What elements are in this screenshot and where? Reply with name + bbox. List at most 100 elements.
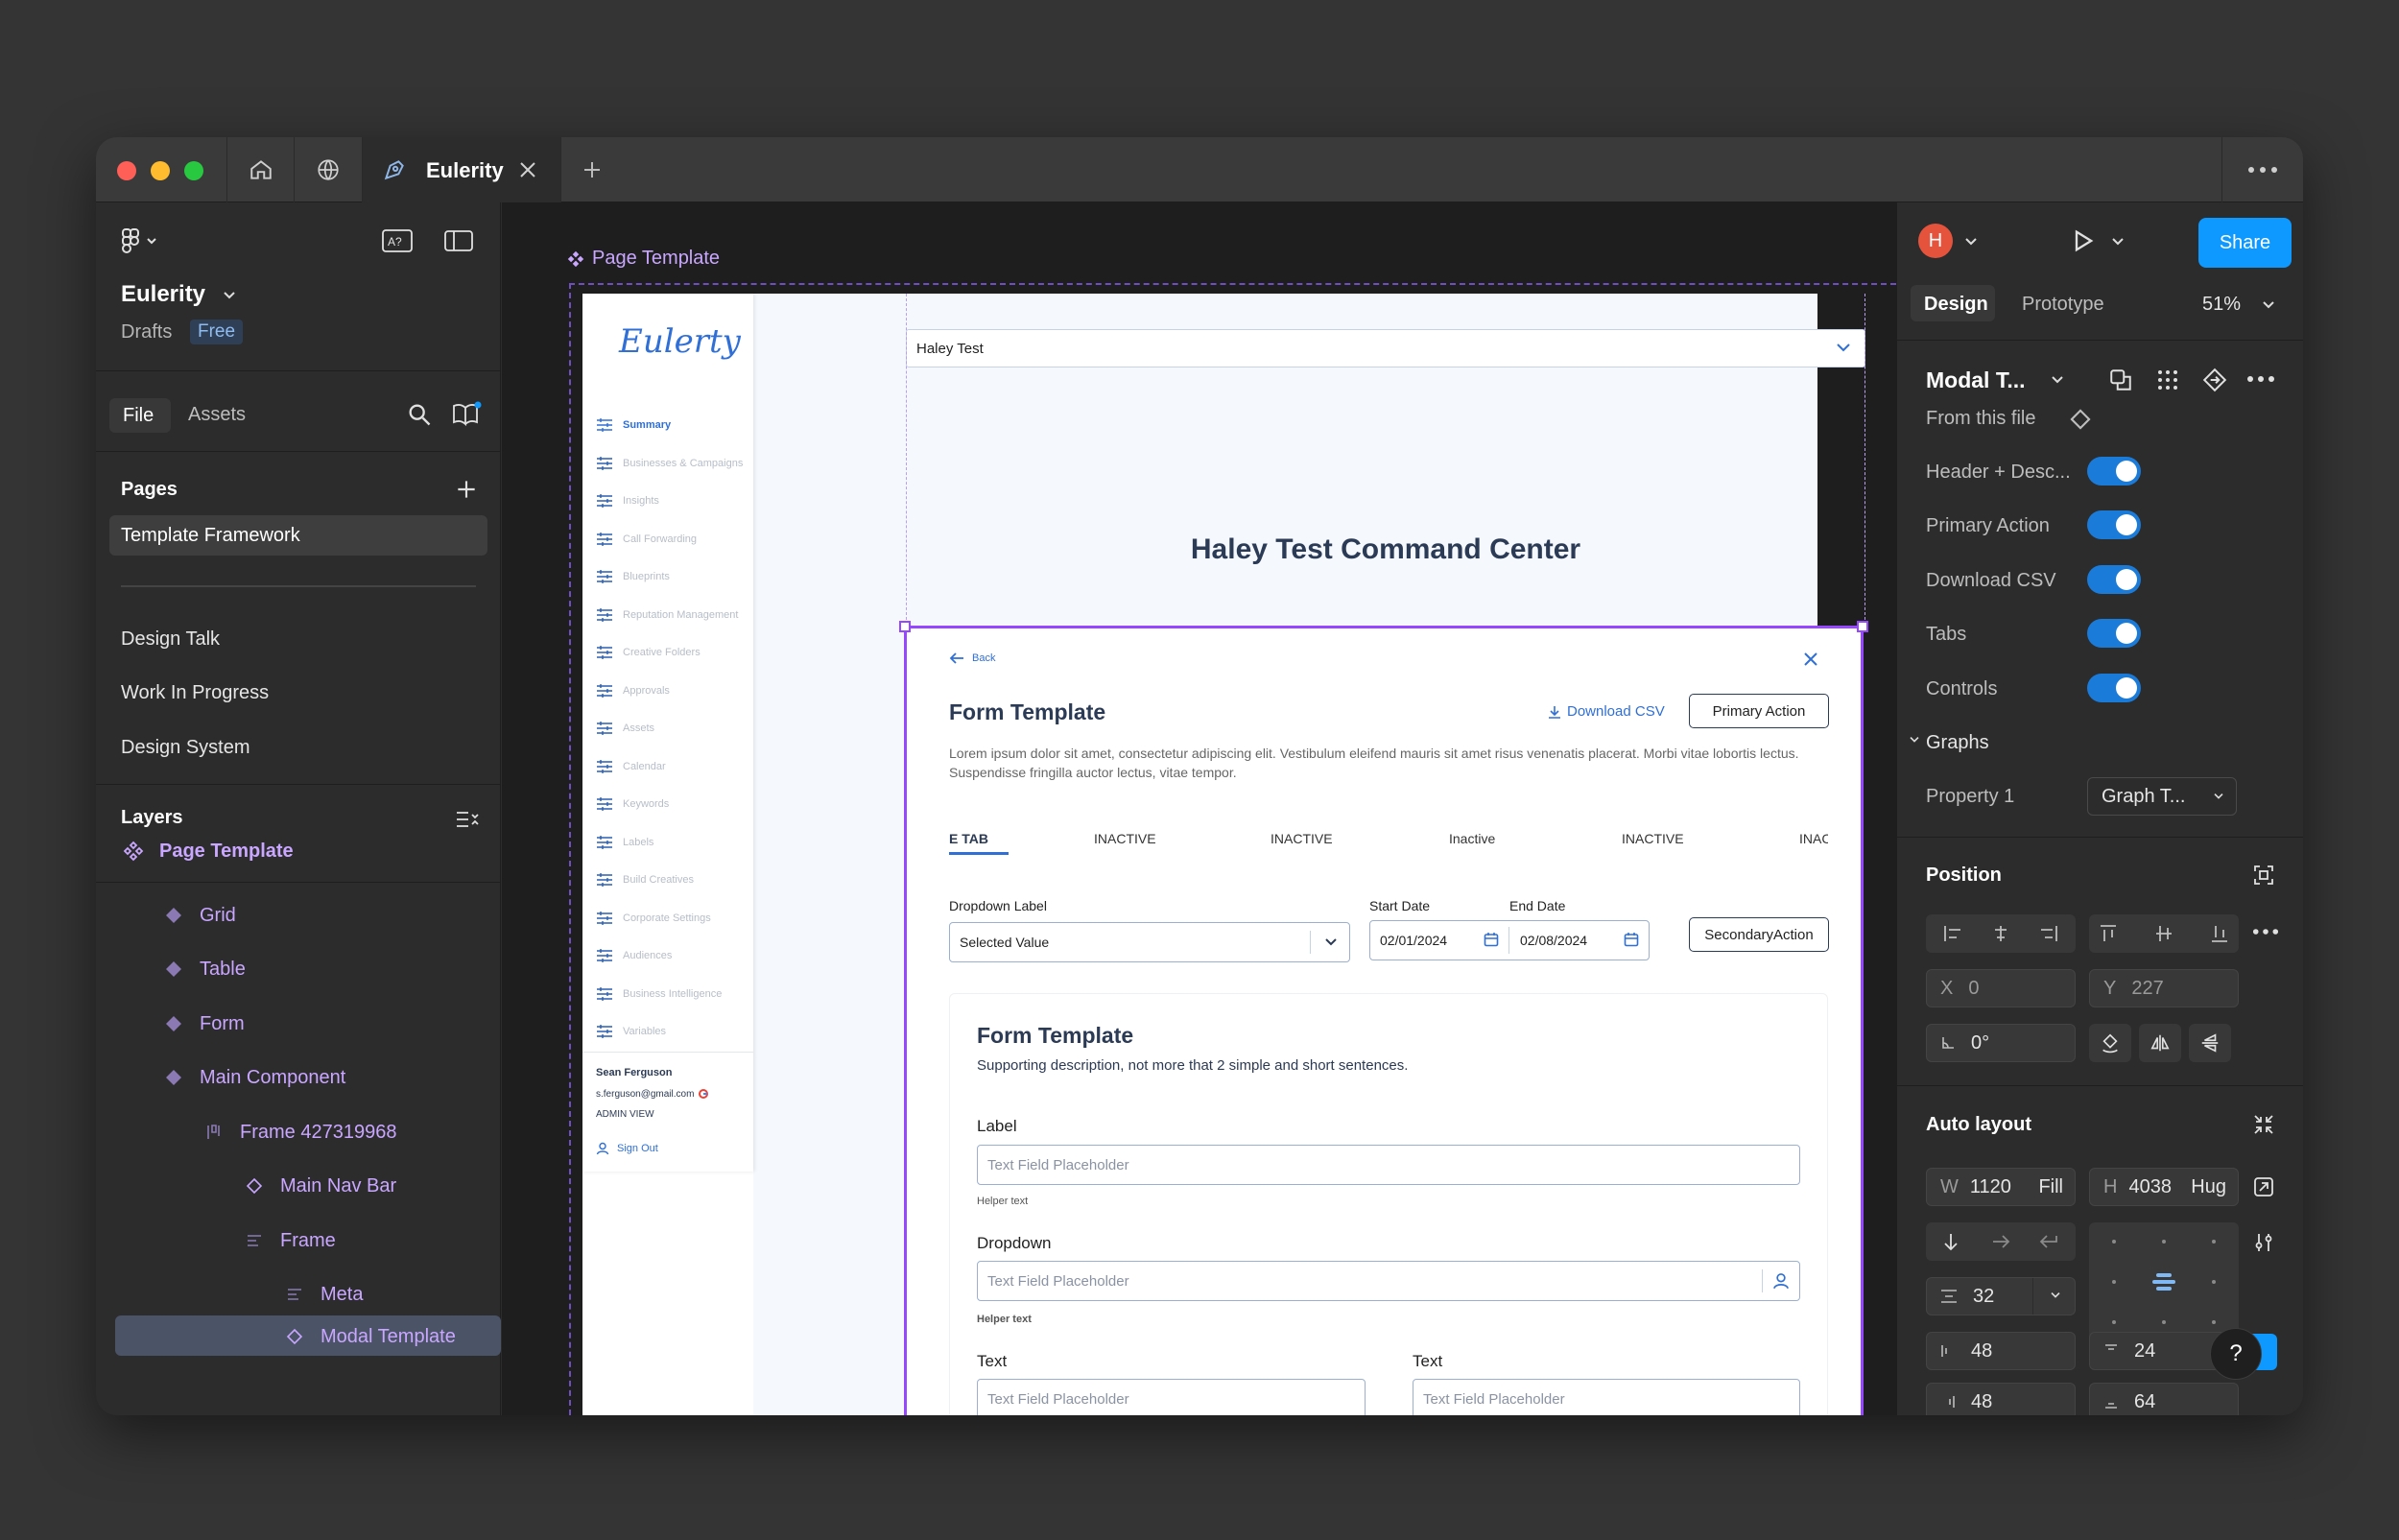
chevron-down-icon[interactable] — [223, 291, 236, 300]
calendar-icon[interactable] — [1624, 932, 1639, 947]
text-field[interactable]: Text Field Placeholder — [1413, 1379, 1800, 1415]
chevron-down-icon[interactable] — [2051, 375, 2064, 385]
padding-left-input[interactable]: 48 — [1926, 1332, 2076, 1370]
layer-page-template[interactable]: Page Template — [121, 839, 294, 864]
constraints-icon[interactable] — [2252, 864, 2275, 887]
page-item[interactable]: Design Talk — [121, 628, 220, 651]
y-input[interactable]: Y 227 — [2089, 969, 2239, 1007]
nav-item[interactable]: Assets — [596, 722, 654, 735]
chevron-down-icon[interactable] — [1964, 237, 1978, 247]
calendar-icon[interactable] — [1484, 932, 1499, 947]
tab-design[interactable]: Design — [1911, 285, 1995, 321]
back-link[interactable]: Back — [949, 652, 995, 665]
from-file-label[interactable]: From this file — [1926, 408, 2035, 430]
tab-active[interactable]: E TAB — [949, 831, 988, 846]
collapse-auto-layout-icon[interactable] — [2252, 1113, 2275, 1136]
nav-item[interactable]: Build Creatives — [596, 873, 694, 887]
layer-frame[interactable]: Frame — [242, 1228, 336, 1253]
direction-group[interactable] — [1926, 1222, 2076, 1261]
nav-item[interactable]: Blueprints — [596, 570, 670, 583]
help-button[interactable]: ? — [2210, 1328, 2262, 1380]
home-icon[interactable] — [244, 153, 278, 187]
canvas[interactable]: Page Template Eulerty Summary Businesses … — [502, 202, 1896, 1415]
gap-input[interactable]: 32 — [1926, 1277, 2076, 1315]
height-input[interactable]: H 4038 Hug — [2089, 1168, 2239, 1206]
toggle-tabs[interactable] — [2087, 619, 2141, 648]
nav-item[interactable]: Variables — [596, 1025, 666, 1038]
more-options-icon[interactable] — [2252, 928, 2279, 936]
text-field[interactable]: Text Field Placeholder — [977, 1379, 1366, 1415]
vertical-align-group[interactable] — [2089, 914, 2239, 953]
nav-item[interactable]: Audiences — [596, 949, 672, 962]
text-field[interactable]: Text Field Placeholder — [977, 1145, 1800, 1185]
nav-item[interactable]: Businesses & Campaigns — [596, 456, 743, 470]
padding-bottom-input[interactable]: 64 — [2089, 1383, 2239, 1415]
file-location[interactable]: Drafts — [121, 321, 172, 344]
new-tab-icon[interactable] — [575, 153, 609, 187]
x-input[interactable]: X0 — [1926, 969, 2076, 1007]
zoom-level[interactable]: 51% — [2202, 294, 2241, 316]
minimize-window-button[interactable] — [151, 161, 170, 180]
primary-action-button[interactable]: Primary Action — [1689, 694, 1829, 728]
w-mode[interactable]: Fill — [2038, 1176, 2063, 1198]
page-item[interactable]: Design System — [121, 737, 250, 759]
nav-item[interactable]: Keywords — [596, 797, 669, 811]
nav-item[interactable]: Business Intelligence — [596, 986, 722, 1001]
layout-settings-icon[interactable] — [2252, 1231, 2275, 1254]
nav-item[interactable]: Insights — [596, 494, 659, 508]
nav-item[interactable]: Corporate Settings — [596, 911, 711, 925]
date-range-picker[interactable]: 02/01/2024 02/08/2024 — [1369, 920, 1650, 960]
avatar[interactable]: H — [1918, 224, 1953, 258]
tab-assets[interactable]: Assets — [188, 404, 246, 426]
nav-item[interactable]: Calendar — [596, 759, 666, 773]
dropdown-field[interactable]: Text Field Placeholder — [977, 1261, 1800, 1301]
alignment-grid[interactable] — [2089, 1222, 2239, 1341]
frame-label[interactable]: Page Template — [567, 248, 720, 270]
download-csv-link[interactable]: Download CSV — [1548, 703, 1665, 720]
tab-inactive[interactable]: INACTIVE — [1622, 831, 1684, 846]
close-tab-icon[interactable] — [516, 158, 539, 181]
layer-meta[interactable]: Meta — [282, 1282, 363, 1307]
layer-main-component[interactable]: Main Component — [161, 1065, 345, 1090]
tab-inactive[interactable]: Inactive — [1449, 831, 1495, 846]
rotation-input[interactable]: 0° — [1926, 1024, 2076, 1062]
h-mode[interactable]: Hug — [2191, 1176, 2226, 1198]
layer-table[interactable]: Table — [161, 957, 246, 982]
property-1-select[interactable]: Graph T... — [2087, 777, 2237, 816]
dropdown-select[interactable]: Selected Value — [949, 922, 1350, 962]
rotate-icon[interactable] — [2089, 1024, 2131, 1062]
tab-eulerity[interactable]: Eulerity — [363, 137, 560, 202]
resize-to-fit-icon[interactable] — [2252, 1175, 2275, 1198]
resize-handle[interactable] — [899, 621, 911, 632]
page-item[interactable]: Work In Progress — [121, 682, 269, 704]
ai-text-icon[interactable]: A? — [381, 228, 414, 253]
share-button[interactable]: Share — [2198, 218, 2292, 268]
nav-item[interactable]: Creative Folders — [596, 646, 701, 659]
layer-main-nav-bar[interactable]: Main Nav Bar — [242, 1173, 396, 1198]
width-input[interactable]: W 1120 Fill — [1926, 1168, 2076, 1206]
close-window-button[interactable] — [117, 161, 136, 180]
chevron-down-icon[interactable] — [2111, 237, 2125, 247]
file-name[interactable]: Eulerity — [121, 281, 205, 308]
tab-inactive[interactable]: INACTIVE — [1094, 831, 1156, 846]
maximize-window-button[interactable] — [184, 161, 203, 180]
present-icon[interactable] — [2070, 227, 2097, 254]
tab-file[interactable]: File — [109, 398, 171, 433]
padding-right-input[interactable]: 48 — [1926, 1383, 2076, 1415]
globe-icon[interactable] — [311, 153, 345, 187]
nav-item[interactable]: Reputation Management — [596, 607, 738, 622]
page-item-active[interactable]: Template Framework — [109, 515, 487, 556]
tab-inactive[interactable]: INACTIVE — [1271, 831, 1333, 846]
more-options-icon[interactable] — [2246, 375, 2275, 383]
chevron-down-icon[interactable] — [2262, 300, 2275, 310]
collapse-layers-icon[interactable] — [455, 809, 480, 830]
flip-vertical-icon[interactable] — [2189, 1024, 2231, 1062]
sign-out-link[interactable]: Sign Out — [596, 1142, 658, 1155]
layer-frame-427319968[interactable]: Frame 427319968 — [202, 1120, 396, 1145]
more-options-icon[interactable] — [2245, 153, 2280, 187]
tab-prototype[interactable]: Prototype — [2022, 294, 2104, 316]
graphs-heading[interactable]: Graphs — [1926, 732, 1989, 754]
horizontal-align-group[interactable] — [1926, 914, 2076, 953]
toggle-controls[interactable] — [2087, 674, 2141, 702]
component-name[interactable]: Modal T... — [1926, 367, 2026, 393]
